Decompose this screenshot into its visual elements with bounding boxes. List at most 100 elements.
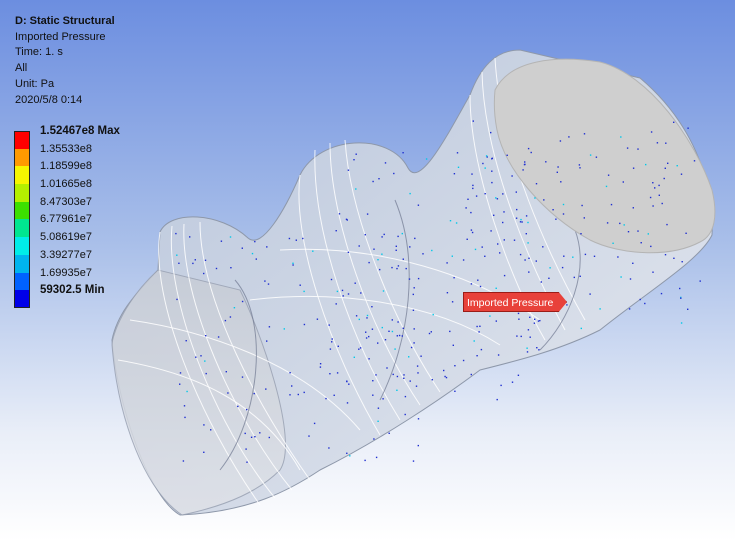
pressure-dot: [431, 379, 433, 381]
imported-pressure-callout[interactable]: Imported Pressure: [463, 292, 567, 312]
pressure-dot: [676, 165, 678, 167]
legend-label[interactable]: 8.47303e7: [40, 196, 92, 208]
pressure-dot: [561, 266, 564, 269]
pressure-dot: [658, 194, 660, 196]
pressure-dot: [331, 338, 333, 340]
pressure-dot: [637, 148, 639, 150]
legend-label[interactable]: 59302.5 Min: [40, 284, 105, 296]
pressure-dot: [337, 345, 339, 347]
pressure-dot: [415, 385, 418, 387]
pressure-dot: [391, 266, 393, 269]
pressure-dot: [451, 301, 454, 303]
pressure-dot: [476, 355, 478, 357]
pressure-dot: [453, 277, 455, 279]
pressure-dot: [599, 308, 601, 310]
pressure-dot: [497, 354, 500, 356]
pressure-dot: [417, 444, 419, 447]
pressure-dot: [652, 182, 654, 184]
legend-label[interactable]: 1.52467e8 Max: [40, 125, 120, 137]
pressure-dot: [656, 142, 659, 144]
pressure-dot: [246, 408, 248, 411]
pressure-dot: [245, 448, 247, 450]
pressure-dot: [639, 298, 641, 301]
pressure-dot: [372, 380, 374, 382]
legend-label[interactable]: 6.77961e7: [40, 213, 92, 225]
pressure-dot: [372, 394, 374, 396]
pressure-dot: [417, 372, 419, 374]
pressure-dot: [393, 172, 395, 175]
pressure-dot: [413, 328, 415, 330]
graphics-viewport[interactable]: D: Static Structural Imported Pressure T…: [0, 0, 735, 541]
legend-label[interactable]: 1.01665e8: [40, 178, 92, 190]
legend-label[interactable]: 1.69935e7: [40, 267, 92, 279]
pressure-dot: [626, 147, 629, 149]
legend-label[interactable]: 5.08619e7: [40, 231, 92, 243]
pressure-dot: [484, 255, 486, 257]
pressure-dot: [490, 131, 492, 134]
scope-label: All: [15, 62, 28, 75]
legend-swatch: [14, 148, 30, 167]
legend-swatch: [14, 290, 30, 308]
pressure-dot: [410, 346, 413, 349]
pressure-dot: [203, 272, 205, 275]
pressure-dot: [409, 192, 411, 195]
pressure-dot: [313, 422, 316, 425]
pressure-dot: [335, 303, 337, 305]
pressure-dot: [515, 191, 517, 193]
pressure-dot: [607, 174, 610, 176]
pressure-dot: [233, 307, 236, 309]
pressure-dot: [368, 335, 370, 338]
pressure-dot: [229, 316, 232, 318]
pressure-dot: [413, 342, 415, 344]
legend-swatch: [14, 184, 30, 202]
pressure-dot: [520, 218, 522, 221]
pressure-dot: [617, 256, 619, 258]
pressure-dot: [401, 335, 403, 337]
legend-label[interactable]: 1.35533e8: [40, 143, 92, 155]
pressure-dot: [203, 451, 205, 453]
pressure-dot: [628, 308, 631, 310]
pressure-dot: [518, 318, 520, 320]
pressure-dot: [409, 246, 411, 248]
pressure-dot: [589, 154, 592, 156]
pressure-dot: [665, 142, 667, 144]
pressure-dot: [470, 211, 472, 214]
pressure-dot: [542, 246, 544, 248]
pressure-dot: [456, 152, 459, 154]
pressure-dot: [266, 340, 268, 342]
pressure-dot: [527, 147, 530, 150]
pressure-dot: [661, 202, 663, 205]
pressure-dot: [474, 248, 477, 251]
pressure-dot: [493, 214, 495, 216]
pressure-dot: [511, 175, 513, 177]
pressure-dot: [330, 278, 333, 281]
pressure-dot: [524, 163, 526, 166]
legend-label[interactable]: 1.18599e8: [40, 160, 92, 172]
pressure-dot: [495, 287, 497, 289]
pressure-dot: [431, 249, 433, 252]
pressure-dot: [534, 318, 536, 320]
pressure-dot: [466, 238, 468, 240]
pressure-dot: [381, 253, 383, 255]
legend-label[interactable]: 3.39277e7: [40, 249, 92, 261]
pressure-dot: [432, 313, 434, 316]
pressure-dot: [539, 319, 541, 322]
pressure-dot: [479, 325, 481, 327]
pressure-dot: [403, 374, 405, 376]
pressure-dot: [405, 267, 407, 270]
pressure-dot: [401, 232, 403, 235]
unit-label: Unit: Pa: [15, 77, 55, 90]
pressure-dot: [229, 236, 232, 238]
pressure-dot: [583, 217, 585, 219]
pressure-dot: [491, 170, 493, 172]
pressure-dot: [246, 461, 248, 463]
pressure-dot: [527, 242, 529, 244]
pressure-dot: [462, 359, 465, 362]
pressure-dot: [667, 162, 669, 164]
pressure-dot: [478, 331, 480, 333]
pressure-dot: [292, 264, 294, 266]
pressure-dot: [383, 233, 385, 236]
pressure-dot: [622, 181, 624, 183]
pressure-dot: [525, 215, 528, 217]
pressure-dot: [402, 327, 404, 329]
